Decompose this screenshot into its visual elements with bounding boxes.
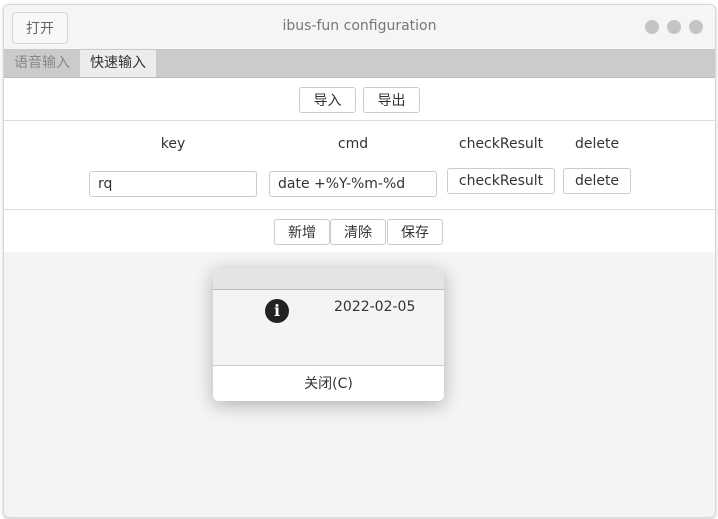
key-input[interactable]: rq bbox=[89, 171, 257, 197]
dialog-message: 2022-02-05 bbox=[334, 299, 416, 315]
clear-button[interactable]: 清除 bbox=[330, 219, 386, 245]
header-cmd: cmd bbox=[337, 136, 369, 152]
cmd-input[interactable]: date +%Y-%m-%d bbox=[269, 171, 437, 197]
dialog-close-button[interactable]: 关闭(C) bbox=[213, 365, 444, 401]
message-dialog: i 2022-02-05 关闭(C) bbox=[213, 268, 444, 401]
header-delete: delete bbox=[574, 136, 620, 152]
export-button[interactable]: 导出 bbox=[363, 87, 420, 113]
add-button[interactable]: 新增 bbox=[274, 219, 330, 245]
title-bar: 打开 ibus-fun configuration bbox=[4, 5, 715, 50]
check-result-button[interactable]: checkResult bbox=[447, 168, 555, 194]
divider bbox=[4, 209, 715, 210]
tab-quick-input[interactable]: 快速输入 bbox=[80, 50, 156, 77]
tab-voice-input[interactable]: 语音输入 bbox=[4, 50, 80, 77]
maximize-button[interactable] bbox=[667, 20, 681, 34]
header-checkresult: checkResult bbox=[458, 136, 544, 152]
info-icon: i bbox=[265, 299, 289, 323]
quick-input-panel: 导入 导出 key cmd checkResult delete rq date… bbox=[4, 78, 715, 252]
header-key: key bbox=[160, 136, 186, 152]
import-button[interactable]: 导入 bbox=[299, 87, 356, 113]
window-title: ibus-fun configuration bbox=[282, 18, 437, 34]
app-window: 打开 ibus-fun configuration 语音输入 快速输入 导入 导… bbox=[3, 4, 716, 518]
dialog-header bbox=[213, 268, 444, 290]
tab-bar: 语音输入 快速输入 bbox=[4, 50, 715, 78]
delete-button[interactable]: delete bbox=[563, 168, 631, 194]
divider bbox=[4, 120, 715, 121]
save-button[interactable]: 保存 bbox=[387, 219, 443, 245]
close-window-button[interactable] bbox=[689, 20, 703, 34]
minimize-button[interactable] bbox=[645, 20, 659, 34]
